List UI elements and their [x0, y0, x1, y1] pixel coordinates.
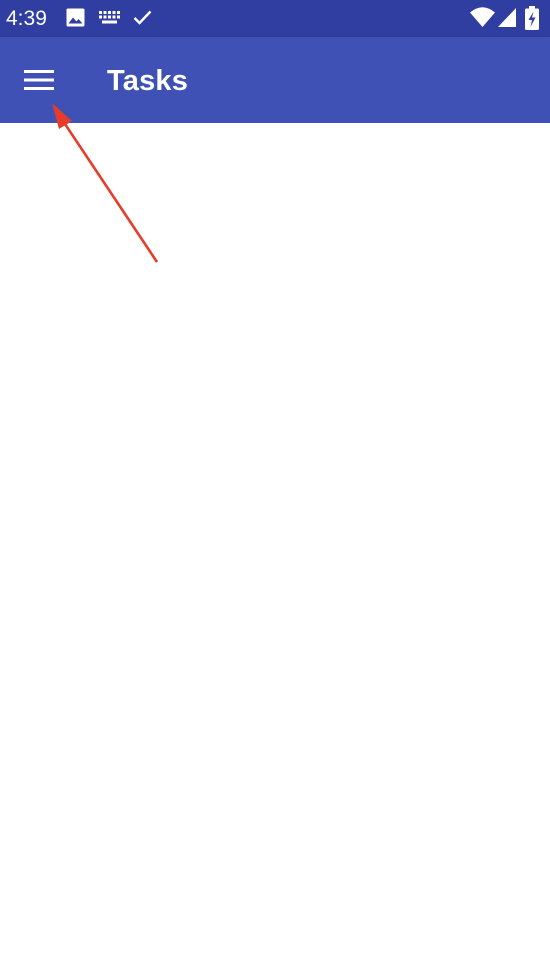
tasks-content-area: [0, 123, 550, 976]
signal-icon: [498, 8, 516, 27]
navigation-drawer-button[interactable]: [13, 57, 65, 103]
battery-charging-icon: [525, 6, 539, 30]
app-bar: Tasks: [0, 37, 550, 123]
hamburger-menu-icon: [24, 70, 54, 90]
image-icon: [66, 8, 85, 27]
keyboard-icon: [99, 11, 120, 24]
check-icon: [133, 10, 152, 25]
wifi-icon: [470, 7, 495, 27]
page-title: Tasks: [107, 65, 189, 97]
status-bar: 4:39: [0, 0, 550, 37]
status-time: 4:39: [6, 7, 47, 30]
screen: 4:39 Tasks: [0, 0, 550, 976]
